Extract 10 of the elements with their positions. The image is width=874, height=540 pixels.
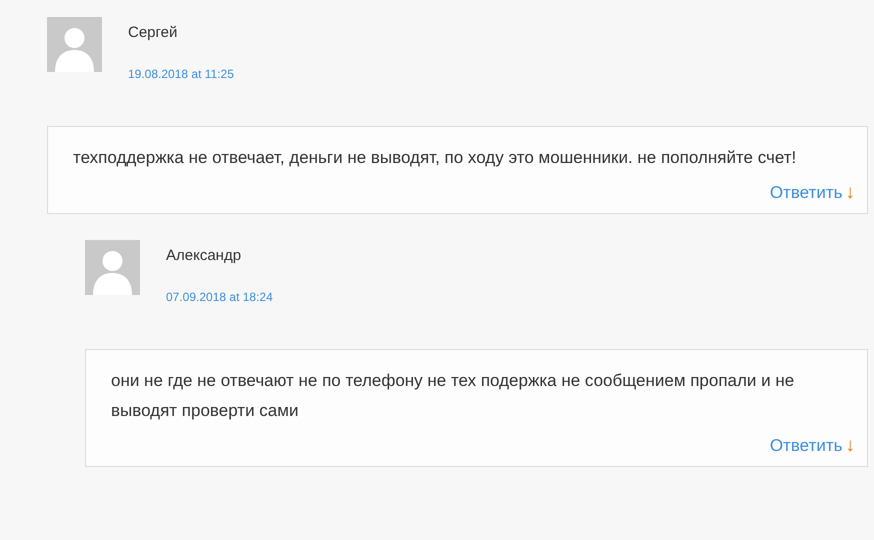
comment-text: они не где не отвечают не по телефону не тех подержка не сообщением пропали и не выводят проверти сами [111,370,796,422]
comment-date[interactable]: 07.09.2018 at 18:24 [166,288,273,306]
comment-date[interactable]: 19.08.2018 at 11:25 [128,64,234,82]
avatar-icon [47,17,102,72]
reply-link[interactable]: Ответить↓ [770,432,855,460]
reply-link[interactable]: Ответить↓ [770,178,855,207]
author-name: Сергей [128,23,178,43]
avatar-icon [85,240,140,295]
author-name: Александр [166,246,242,266]
comment-text: техподдержка не отвечает, деньги не выводят, по ходу это мошенники. не пополняйте счет! [73,146,798,168]
